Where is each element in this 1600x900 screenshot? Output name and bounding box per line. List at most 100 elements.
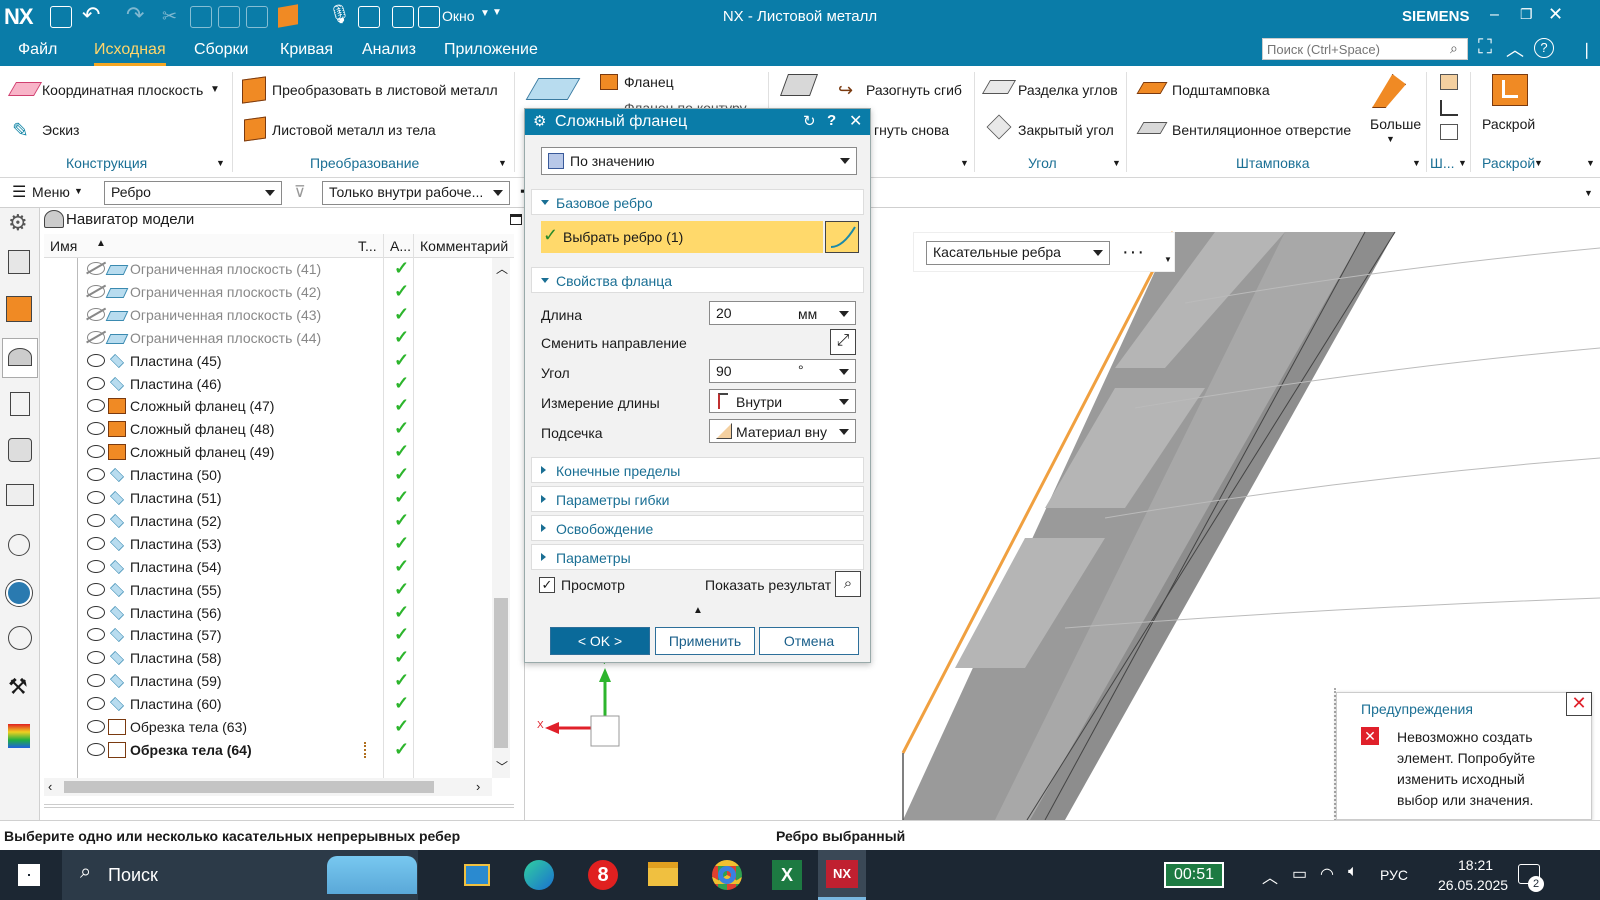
file-explorer-icon[interactable] <box>648 862 678 886</box>
navigator-row[interactable]: Сложный фланец (47) ✓ <box>44 395 496 418</box>
menu-analysis[interactable]: Анализ <box>362 41 416 59</box>
widgets-app-icon[interactable] <box>464 864 490 886</box>
edge-browser-icon[interactable] <box>524 860 554 890</box>
visible-eye-icon[interactable] <box>87 422 105 436</box>
datum-plane-button[interactable]: Координатная плоскость <box>42 82 203 98</box>
length-field[interactable]: 20 мм <box>709 301 856 325</box>
taskbar-search[interactable]: ⌕ Поиск <box>62 850 418 900</box>
save-icon[interactable] <box>50 6 72 28</box>
close-window-icon[interactable]: ✕ <box>1548 4 1563 25</box>
overflow-icon[interactable]: ❘ <box>1580 40 1593 60</box>
visible-eye-icon[interactable] <box>87 697 105 711</box>
column-a-header[interactable]: А... <box>390 238 411 254</box>
navigator-row[interactable]: Пластина (46) ✓ <box>44 373 496 396</box>
more-options-icon[interactable]: ··· <box>1122 241 1145 264</box>
warning-close-icon[interactable]: ✕ <box>1566 692 1592 716</box>
history-info-icon[interactable] <box>8 534 30 556</box>
window-menu-caret-icon[interactable]: ▼ <box>480 8 490 19</box>
reset-icon[interactable]: ↻ <box>803 112 816 130</box>
ribbon-options-caret-icon[interactable]: ▼ <box>1586 158 1595 168</box>
navigator-row[interactable]: Пластина (54) ✓ <box>44 556 496 579</box>
chrome-icon[interactable] <box>712 860 742 890</box>
visible-eye-icon[interactable] <box>87 353 105 367</box>
length-value[interactable]: 20 <box>716 305 732 321</box>
type-dropdown[interactable]: По значению <box>541 147 857 175</box>
main-menu-button[interactable]: Меню <box>32 184 70 200</box>
navigator-row[interactable]: Ограниченная плоскость (44) ✓ <box>44 327 496 350</box>
dialog-close-icon[interactable]: ✕ <box>849 111 862 131</box>
dialog-help-icon[interactable]: ? <box>827 112 836 129</box>
navigator-row[interactable]: Пластина (59) ✓ <box>44 670 496 693</box>
visible-eye-icon[interactable] <box>87 674 105 688</box>
dialog-header[interactable]: ⚙ Сложный фланец ↻ ? ✕ <box>525 109 870 135</box>
repeat-command-icon[interactable] <box>246 6 268 28</box>
globe-icon[interactable] <box>6 580 32 606</box>
menu-home[interactable]: Исходная <box>94 41 166 66</box>
constraint-navigator-icon[interactable] <box>6 296 32 322</box>
tools-icon[interactable]: ⚒ <box>8 674 28 700</box>
battery-indicator[interactable]: 00:51 <box>1164 862 1224 888</box>
length-measure-dropdown[interactable]: Внутри <box>709 389 856 413</box>
collapse-ribbon-icon[interactable]: ︿ <box>1506 36 1524 62</box>
length-unit[interactable]: мм <box>798 306 817 322</box>
column-comment-header[interactable]: Комментарий <box>420 238 508 254</box>
clock-date[interactable]: 26.05.2025 <box>1438 877 1508 893</box>
bend-params-section-header[interactable]: Параметры гибки <box>531 486 864 512</box>
help-icon[interactable]: ? <box>1534 38 1554 58</box>
vertical-scrollbar[interactable]: ︿ ﹀ <box>492 258 510 778</box>
scroll-up-icon[interactable]: ︿ <box>496 260 508 277</box>
visible-eye-icon[interactable] <box>87 605 105 619</box>
sketch-button[interactable]: Эскиз <box>42 122 79 138</box>
visible-eye-icon[interactable] <box>87 468 105 482</box>
visible-eye-icon[interactable] <box>87 582 105 596</box>
scroll-down-icon[interactable]: ﹀ <box>496 758 508 775</box>
small-tool-2-icon[interactable] <box>1440 100 1458 116</box>
search-icon[interactable]: ⌕ <box>1450 40 1458 57</box>
navigator-row[interactable]: Пластина (52) ✓ <box>44 510 496 533</box>
closed-corner-button[interactable]: Закрытый угол <box>1018 122 1114 138</box>
excel-icon[interactable]: X <box>772 860 802 890</box>
navigator-row[interactable]: Пластина (55) ✓ <box>44 579 496 602</box>
group-transform-caret-icon[interactable]: ▼ <box>498 158 507 168</box>
sheet-from-body-button[interactable]: Листовой металл из тела <box>272 122 436 138</box>
menu-assemblies[interactable]: Сборки <box>194 41 248 59</box>
dimple-button[interactable]: Подштамповка <box>1172 82 1270 98</box>
input-language[interactable]: РУС <box>1380 867 1408 883</box>
visible-eye-icon[interactable] <box>87 376 105 390</box>
visible-eye-icon[interactable] <box>87 513 105 527</box>
more-caret-icon[interactable]: ▼ <box>1386 134 1395 144</box>
unbend-button[interactable]: Разогнуть сгиб <box>866 82 962 98</box>
visible-eye-icon[interactable] <box>87 445 105 459</box>
caret-down-icon[interactable] <box>839 311 849 317</box>
navigator-row[interactable]: Обрезка тела (64) ✓ <box>44 739 496 762</box>
group-corner-caret-icon[interactable]: ▼ <box>1112 158 1121 168</box>
window-icon[interactable] <box>418 6 440 28</box>
undo-icon[interactable]: ↶ <box>82 2 100 28</box>
rebend-button[interactable]: гнуть снова <box>874 122 949 138</box>
hscroll-thumb[interactable] <box>64 781 434 793</box>
navigator-row[interactable]: Ограниченная плоскость (43) ✓ <box>44 304 496 327</box>
column-name-header[interactable]: Имя <box>50 238 77 254</box>
nx-taskbar-app[interactable]: NX <box>818 850 866 900</box>
restore-icon[interactable]: ❐ <box>1520 6 1533 23</box>
visible-eye-icon[interactable] <box>87 742 105 756</box>
wifi-icon[interactable]: ◠ <box>1320 864 1334 884</box>
corner-relief-button[interactable]: Разделка углов <box>1018 82 1118 98</box>
navigator-row[interactable]: Пластина (53) ✓ <box>44 533 496 556</box>
navigator-row[interactable]: Пластина (45) ✓ <box>44 350 496 373</box>
menu-file[interactable]: Файл <box>18 41 57 59</box>
tray-device-icon[interactable]: ▭ <box>1292 864 1307 884</box>
show-result-icon[interactable]: ⌕ <box>835 571 861 597</box>
angle-field[interactable]: 90 ° <box>709 359 856 383</box>
small-tool-1-icon[interactable] <box>1440 74 1458 90</box>
windows-start-icon[interactable] <box>18 864 40 886</box>
edge-rule-dropdown[interactable]: Касательные ребра <box>926 241 1110 265</box>
ok-button[interactable]: < OK > <box>550 627 650 655</box>
group-stamp-caret-icon[interactable]: ▼ <box>1412 158 1421 168</box>
convert-to-sheet-metal-button[interactable]: Преобразовать в листовой металл <box>272 82 498 98</box>
hamburger-icon[interactable]: ☰ <box>12 182 26 202</box>
settings-gear-icon[interactable]: ⚙ <box>8 210 28 236</box>
copy-icon[interactable] <box>190 6 212 28</box>
volume-icon[interactable]: 🔈︎ <box>1348 863 1358 881</box>
column-t-header[interactable]: Т... <box>358 238 377 254</box>
